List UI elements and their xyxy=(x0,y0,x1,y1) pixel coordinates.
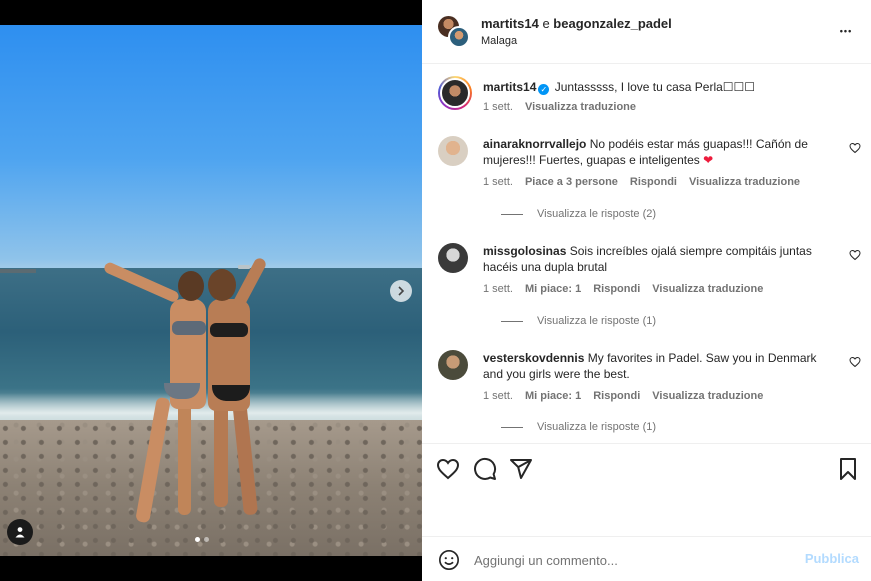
comment-text: vesterskovdennis My favorites in Padel. … xyxy=(483,350,828,382)
carousel-dot xyxy=(204,537,209,542)
photo-sand xyxy=(0,420,422,556)
bookmark-icon[interactable] xyxy=(836,457,860,481)
comment-likes[interactable]: Mi piace: 1 xyxy=(525,390,581,402)
post-actions xyxy=(422,443,871,493)
caption-body: Juntasssss, I love tu casa Perla☐☐☐ xyxy=(554,80,756,94)
comment-item: missgolosinas Sois increíbles ojalá siem… xyxy=(438,243,863,333)
view-replies-label: Visualizza le risposte (1) xyxy=(537,421,657,433)
more-icon: ••• xyxy=(839,26,853,36)
heart-icon[interactable] xyxy=(849,249,861,261)
post-header: martits14 e beagonzalez_padel Malaga ••• xyxy=(422,0,871,64)
comment-username[interactable]: missgolosinas xyxy=(483,244,566,258)
next-media-button[interactable] xyxy=(390,280,412,302)
person-bikini-top xyxy=(210,323,248,337)
header-username-link[interactable]: martits14 xyxy=(481,16,539,31)
caption-username[interactable]: martits14 xyxy=(483,80,536,94)
comment-time[interactable]: 1 sett. xyxy=(483,390,513,402)
view-replies-button[interactable]: Visualizza le risposte (2) xyxy=(501,208,656,220)
add-comment-bar: Pubblica xyxy=(422,536,871,581)
person-bikini-top xyxy=(172,321,206,335)
person-leg xyxy=(178,397,191,515)
avatar[interactable] xyxy=(438,350,468,380)
verified-icon: ✓ xyxy=(538,84,550,95)
view-replies-label: Visualizza le risposte (1) xyxy=(537,315,657,327)
translate-link[interactable]: Visualizza traduzione xyxy=(652,283,763,295)
comment-likes[interactable]: Piace a 3 persone xyxy=(525,176,618,188)
post-caption: martits14 ✓ Juntasssss, I love tu casa Pe… xyxy=(438,76,863,126)
caption-meta: 1 sett. Visualizza traduzione xyxy=(483,101,636,113)
comment-item: ainaraknorrvallejo No podéis estar más g… xyxy=(438,136,863,226)
translate-link[interactable]: Visualizza traduzione xyxy=(689,176,800,188)
publish-button[interactable]: Pubblica xyxy=(805,551,859,566)
header-separator: e xyxy=(542,16,550,31)
header-usernames: martits14 e beagonzalez_padel xyxy=(481,16,672,31)
location-link[interactable]: Malaga xyxy=(481,35,517,47)
person-head xyxy=(208,269,236,301)
post-panel: martits14 e beagonzalez_padel Malaga •••… xyxy=(422,0,871,581)
caption-text: martits14 ✓ Juntasssss, I love tu casa Pe… xyxy=(483,79,828,95)
reply-button[interactable]: Rispondi xyxy=(630,176,677,188)
comment-meta: 1 sett. Piace a 3 persone Rispondi Visua… xyxy=(483,176,800,188)
replies-line xyxy=(501,426,523,428)
heart-icon[interactable] xyxy=(849,142,861,154)
comment-text: missgolosinas Sois increíbles ojalá siem… xyxy=(483,243,828,275)
comment-text: ainaraknorrvallejo No podéis estar más g… xyxy=(483,136,828,168)
comment-time[interactable]: 1 sett. xyxy=(483,176,513,188)
photo-ship xyxy=(238,265,250,269)
share-icon[interactable] xyxy=(509,457,533,481)
translate-link[interactable]: Visualizza traduzione xyxy=(652,390,763,402)
like-heart-icon[interactable] xyxy=(436,457,460,481)
emoji-icon[interactable] xyxy=(438,549,460,571)
chevron-right-icon xyxy=(398,286,405,296)
comment-username[interactable]: ainaraknorrvallejo xyxy=(483,137,586,151)
header-avatars[interactable] xyxy=(438,16,470,48)
comment-time[interactable]: 1 sett. xyxy=(483,283,513,295)
caption-time[interactable]: 1 sett. xyxy=(483,101,513,113)
reply-button[interactable]: Rispondi xyxy=(593,390,640,402)
comment-input[interactable] xyxy=(474,549,794,571)
post-media xyxy=(0,0,422,581)
avatar xyxy=(448,26,470,48)
heart-icon[interactable] xyxy=(849,356,861,368)
user-icon xyxy=(15,527,25,538)
carousel-dots xyxy=(195,537,209,542)
view-replies-button[interactable]: Visualizza le risposte (1) xyxy=(501,421,656,433)
view-replies-label: Visualizza le risposte (2) xyxy=(537,208,657,220)
post-photo[interactable] xyxy=(0,25,422,556)
reply-button[interactable]: Rispondi xyxy=(593,283,640,295)
avatar[interactable] xyxy=(438,136,468,166)
replies-line xyxy=(501,320,523,322)
comment-likes[interactable]: Mi piace: 1 xyxy=(525,283,581,295)
comment-item: vesterskovdennis My favorites in Padel. … xyxy=(438,350,863,440)
comment-meta: 1 sett. Mi piace: 1 Rispondi Visualizza … xyxy=(483,390,763,402)
comment-username[interactable]: vesterskovdennis xyxy=(483,351,584,365)
comment-meta: 1 sett. Mi piace: 1 Rispondi Visualizza … xyxy=(483,283,763,295)
person-head xyxy=(178,271,204,301)
avatar[interactable] xyxy=(438,76,472,110)
carousel-dot xyxy=(195,537,200,542)
header-username-link[interactable]: beagonzalez_padel xyxy=(553,16,671,31)
comments-list[interactable]: martits14 ✓ Juntasssss, I love tu casa Pe… xyxy=(422,64,871,444)
more-options-button[interactable]: ••• xyxy=(837,22,855,40)
photo-pier xyxy=(0,269,36,273)
person-leg xyxy=(214,399,228,507)
heart-emoji: ❤ xyxy=(703,153,714,167)
replies-line xyxy=(501,213,523,215)
translate-link[interactable]: Visualizza traduzione xyxy=(525,101,636,113)
comment-icon[interactable] xyxy=(473,457,497,481)
tagged-users-button[interactable] xyxy=(7,519,33,545)
avatar[interactable] xyxy=(438,243,468,273)
view-replies-button[interactable]: Visualizza le risposte (1) xyxy=(501,315,656,327)
